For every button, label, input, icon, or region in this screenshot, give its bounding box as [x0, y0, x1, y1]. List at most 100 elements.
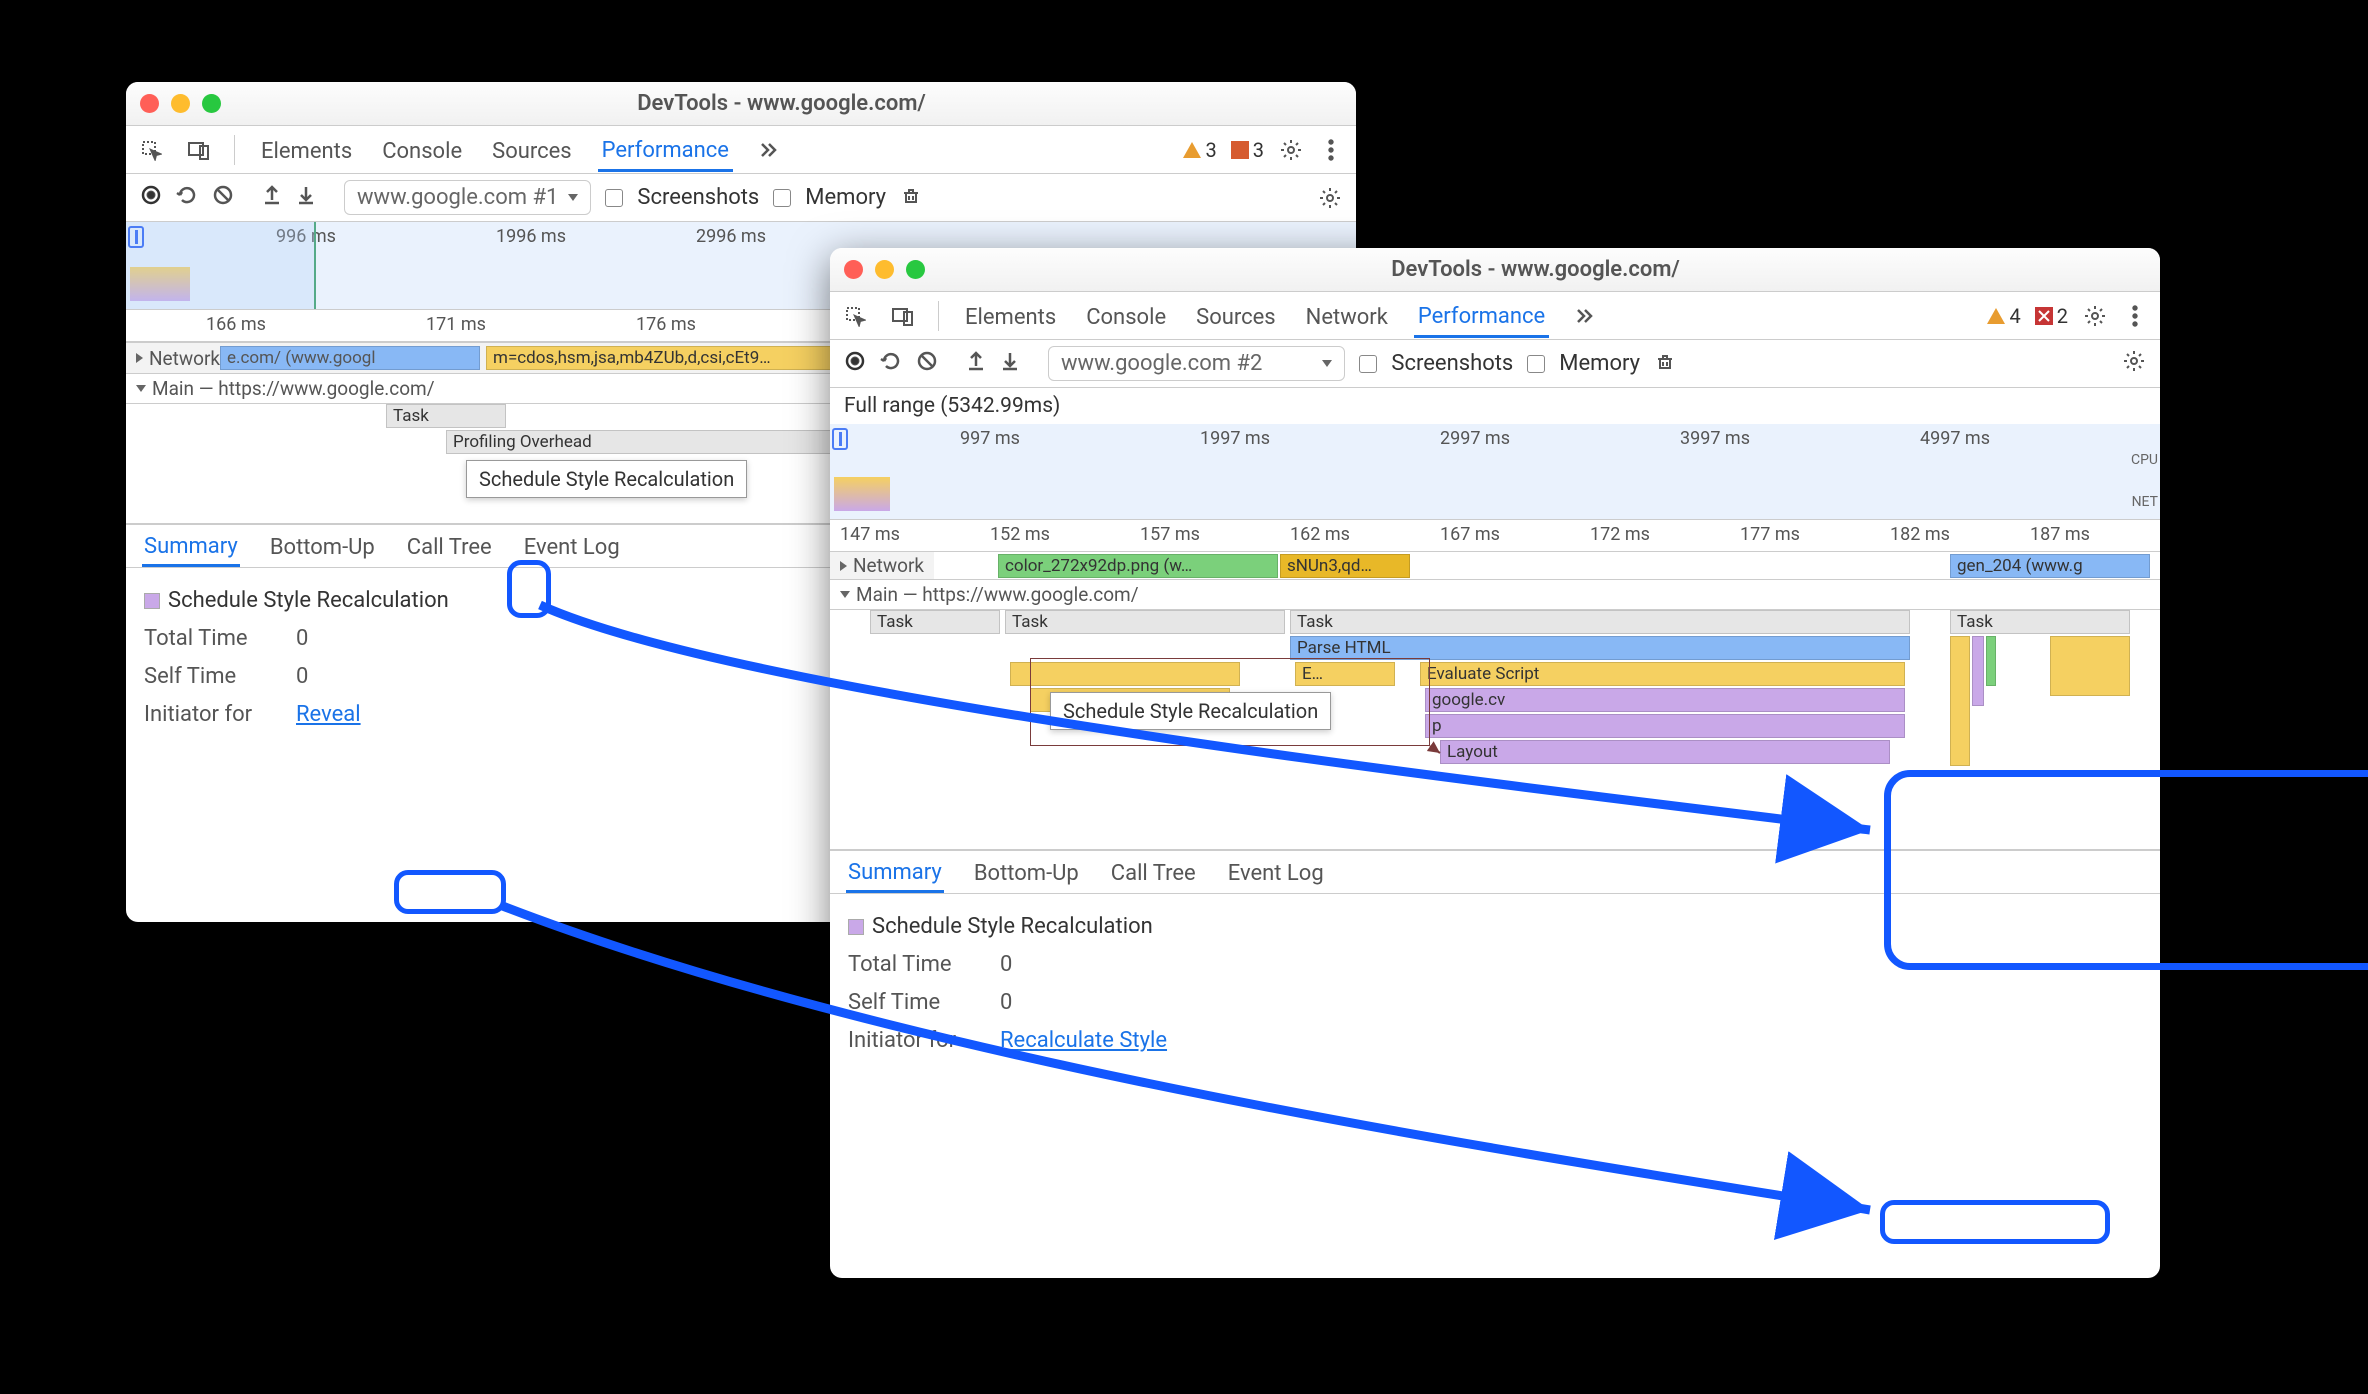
- network-item[interactable]: color_272x92dp.png (w…: [998, 554, 1278, 578]
- parse-html[interactable]: Parse HTML: [1290, 636, 1910, 660]
- gc-icon[interactable]: [1654, 350, 1676, 378]
- network-item[interactable]: e.com/ (www.googl: [220, 346, 480, 370]
- tab-network[interactable]: Network: [1302, 295, 1392, 336]
- download-icon[interactable]: [296, 184, 316, 212]
- tab-performance[interactable]: Performance: [1414, 294, 1549, 338]
- panel-tab-bottomup[interactable]: Bottom-Up: [268, 527, 377, 565]
- color-swatch: [848, 919, 864, 935]
- overview-marker: [128, 226, 144, 248]
- memory-label: Memory: [1559, 351, 1640, 376]
- screenshots-label: Screenshots: [637, 185, 759, 210]
- gear-icon[interactable]: [2082, 303, 2108, 329]
- tab-console[interactable]: Console: [1082, 295, 1170, 336]
- titlebar[interactable]: DevTools - www.google.com/: [126, 82, 1356, 126]
- inspect-icon[interactable]: [842, 303, 868, 329]
- maximize-icon[interactable]: [906, 260, 925, 279]
- error-badge[interactable]: 3: [1231, 138, 1264, 162]
- gc-icon[interactable]: [900, 184, 922, 212]
- summary-title: Schedule Style Recalculation: [168, 588, 449, 613]
- highlight-recalculate-link: [1880, 1200, 2110, 1244]
- chevron-down-icon: [568, 194, 578, 201]
- download-icon[interactable]: [1000, 350, 1020, 378]
- gear-icon[interactable]: [2122, 349, 2146, 379]
- main-tabs: Elements Console Sources Network Perform…: [830, 292, 2160, 340]
- device-icon[interactable]: [186, 137, 212, 163]
- minimize-icon[interactable]: [875, 260, 894, 279]
- upload-icon[interactable]: [262, 184, 282, 212]
- device-icon[interactable]: [890, 303, 916, 329]
- perf-toolbar: www.google.com #2 Screenshots Memory: [830, 340, 2160, 388]
- titlebar[interactable]: DevTools - www.google.com/: [830, 248, 2160, 292]
- screenshots-checkbox[interactable]: [1359, 355, 1377, 373]
- reload-icon[interactable]: [880, 350, 902, 378]
- p-fn[interactable]: p: [1425, 714, 1905, 738]
- clear-icon[interactable]: [212, 184, 234, 212]
- upload-icon[interactable]: [966, 350, 986, 378]
- panel-tab-summary[interactable]: Summary: [846, 852, 944, 893]
- reload-icon[interactable]: [176, 184, 198, 212]
- panel-tab-calltree[interactable]: Call Tree: [1109, 853, 1198, 891]
- memory-checkbox[interactable]: [773, 189, 791, 207]
- panel-tab-summary[interactable]: Summary: [142, 526, 240, 567]
- reveal-link[interactable]: Reveal: [296, 696, 361, 734]
- evaluate-script[interactable]: Evaluate Script: [1420, 662, 1905, 686]
- tab-sources[interactable]: Sources: [1192, 295, 1280, 336]
- flame-task[interactable]: Task: [386, 404, 506, 428]
- screenshots-label: Screenshots: [1391, 351, 1513, 376]
- expand-icon: [136, 385, 146, 392]
- screenshots-checkbox[interactable]: [605, 189, 623, 207]
- tab-performance[interactable]: Performance: [598, 128, 733, 172]
- close-icon[interactable]: [140, 94, 159, 113]
- google-cv[interactable]: google.cv: [1425, 688, 1905, 712]
- main-track-header[interactable]: Main — https://www.google.com/: [830, 580, 2160, 610]
- gear-icon[interactable]: [1278, 137, 1304, 163]
- clear-icon[interactable]: [916, 350, 938, 378]
- tab-elements[interactable]: Elements: [961, 295, 1060, 336]
- record-icon[interactable]: [140, 184, 162, 212]
- flame-tooltip: Schedule Style Recalculation: [466, 460, 747, 498]
- layout[interactable]: Layout: [1440, 740, 1890, 764]
- traffic-lights: [140, 94, 221, 113]
- memory-checkbox[interactable]: [1527, 355, 1545, 373]
- highlight-marker: [507, 560, 551, 618]
- traffic-lights: [844, 260, 925, 279]
- gear-icon[interactable]: [1318, 186, 1342, 210]
- window-title: DevTools - www.google.com/: [925, 257, 2146, 282]
- more-tabs-icon[interactable]: [1571, 303, 1597, 329]
- target-select[interactable]: www.google.com #1: [344, 180, 591, 215]
- expand-icon: [840, 591, 850, 598]
- perf-toolbar: www.google.com #1 Screenshots Memory: [126, 174, 1356, 222]
- tab-sources[interactable]: Sources: [488, 129, 576, 170]
- chevron-down-icon: [1322, 360, 1332, 367]
- overview-timeline[interactable]: 997 ms 1997 ms 2997 ms 3997 ms 4997 ms C…: [830, 424, 2160, 520]
- network-item[interactable]: sNUn3,qd…: [1280, 554, 1410, 578]
- kebab-icon[interactable]: [1318, 137, 1344, 163]
- tab-elements[interactable]: Elements: [257, 129, 356, 170]
- warning-badge[interactable]: 3: [1182, 138, 1217, 162]
- panel-tab-calltree[interactable]: Call Tree: [405, 527, 494, 565]
- overview-activity: [834, 477, 890, 511]
- more-tabs-icon[interactable]: [755, 137, 781, 163]
- network-track[interactable]: Network color_272x92dp.png (w… sNUn3,qd……: [830, 552, 2160, 580]
- memory-label: Memory: [805, 185, 886, 210]
- maximize-icon[interactable]: [202, 94, 221, 113]
- inspect-icon[interactable]: [138, 137, 164, 163]
- overview-marker: [832, 428, 848, 450]
- flame-overhead[interactable]: Profiling Overhead: [446, 430, 876, 454]
- network-item[interactable]: gen_204 (www.g: [1950, 554, 2150, 578]
- warning-badge[interactable]: 4: [1986, 304, 2021, 328]
- minimize-icon[interactable]: [171, 94, 190, 113]
- time-ruler[interactable]: 147 ms 152 ms 157 ms 162 ms 167 ms 172 m…: [830, 520, 2160, 552]
- tab-console[interactable]: Console: [378, 129, 466, 170]
- kebab-icon[interactable]: [2122, 303, 2148, 329]
- panel-tab-bottomup[interactable]: Bottom-Up: [972, 853, 1081, 891]
- error-badge[interactable]: 2: [2035, 304, 2068, 328]
- target-select[interactable]: www.google.com #2: [1048, 346, 1345, 381]
- panel-tab-eventlog[interactable]: Event Log: [1226, 853, 1326, 891]
- close-icon[interactable]: [844, 260, 863, 279]
- record-icon[interactable]: [844, 350, 866, 378]
- main-tabs: Elements Console Sources Performance 3 3: [126, 126, 1356, 174]
- overview-selection[interactable]: [126, 222, 316, 309]
- recalculate-style-link[interactable]: Recalculate Style: [1000, 1022, 1167, 1060]
- window-title: DevTools - www.google.com/: [221, 91, 1342, 116]
